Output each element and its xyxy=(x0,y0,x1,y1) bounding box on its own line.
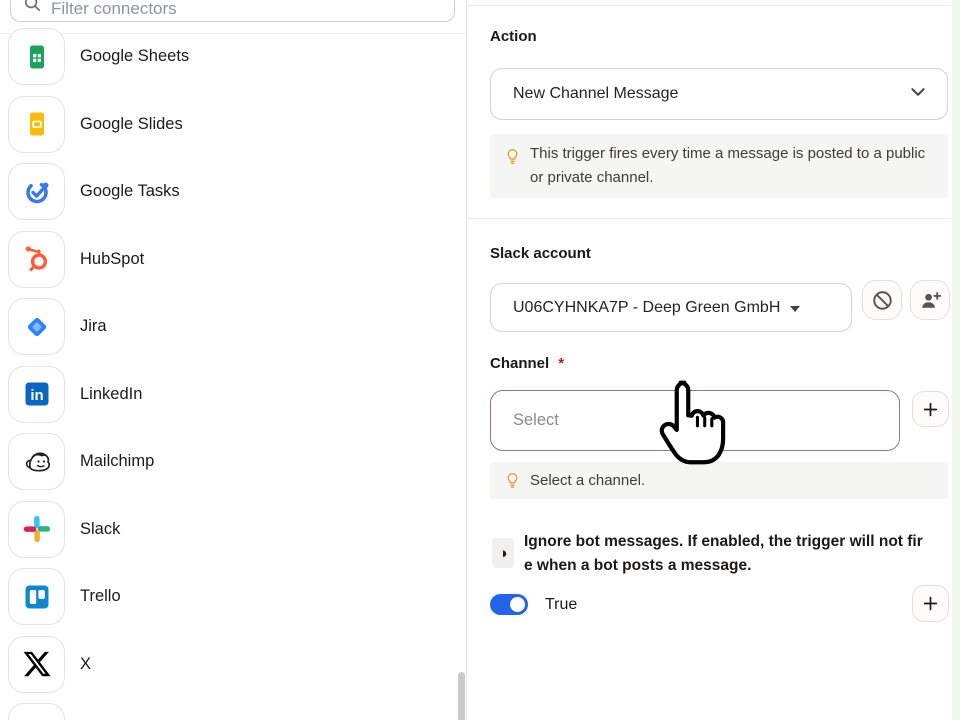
sidebar-scrollbar[interactable] xyxy=(458,672,465,720)
x-icon xyxy=(8,636,65,693)
google-tasks-icon xyxy=(8,163,65,220)
action-select[interactable]: New Channel Message xyxy=(490,68,948,120)
connector-label: Jira xyxy=(80,317,107,336)
connector-sidebar: Filter connectors Google Sheets xyxy=(0,0,467,720)
slack-account-value: U06CYHNKA7P - Deep Green GmbH xyxy=(513,299,780,317)
hubspot-icon xyxy=(8,231,65,288)
connector-row-google-tasks[interactable]: Google Tasks xyxy=(0,158,467,226)
connector-label: Google Slides xyxy=(80,115,183,134)
action-tip: This trigger fires every time a message … xyxy=(490,134,948,198)
lightbulb-icon xyxy=(505,472,520,496)
action-value: New Channel Message xyxy=(513,85,678,103)
connector-label: X xyxy=(80,655,91,674)
jira-icon xyxy=(8,298,65,355)
ignore-bot-toggle[interactable] xyxy=(490,594,528,615)
toggle-value-label: True xyxy=(545,594,577,615)
connector-label: Slack xyxy=(80,520,120,539)
channel-label-row: Channel * xyxy=(490,355,564,372)
connector-label: Google Tasks xyxy=(80,182,180,201)
connector-row-google-slides[interactable]: Google Slides xyxy=(0,91,467,159)
add-channel-mapping-button[interactable] xyxy=(912,391,949,427)
slack-account-select[interactable]: U06CYHNKA7P - Deep Green GmbH xyxy=(490,283,852,332)
connector-row-jira[interactable]: Jira xyxy=(0,293,467,361)
mailchimp-icon xyxy=(8,433,65,490)
add-ignore-bot-mapping-button[interactable] xyxy=(912,585,949,622)
lightbulb-icon xyxy=(505,148,520,173)
trello-icon xyxy=(8,568,65,625)
person-plus-icon xyxy=(919,289,942,312)
panel-top-divider xyxy=(468,5,951,6)
slack-account-label: Slack account xyxy=(490,245,591,262)
channel-tip-text: Select a channel. xyxy=(530,472,645,489)
add-account-button[interactable] xyxy=(910,280,950,320)
slack-icon xyxy=(8,501,65,558)
chevron-down-icon xyxy=(909,83,927,106)
boolean-contrast-icon: ◑ xyxy=(492,538,514,568)
partial-icon-box xyxy=(8,703,65,720)
connector-row-partial[interactable] xyxy=(0,698,467,720)
connector-row-slack[interactable]: Slack xyxy=(0,496,467,564)
connector-label: Trello xyxy=(80,587,121,606)
channel-tip: Select a channel. xyxy=(490,462,948,499)
connector-label: HubSpot xyxy=(80,250,144,269)
connector-row-mailchimp[interactable]: Mailchimp xyxy=(0,428,467,496)
section-divider xyxy=(468,218,951,219)
ignore-bot-description: Ignore bot messages. If enabled, the tri… xyxy=(524,530,923,578)
channel-select[interactable]: Select xyxy=(490,390,900,451)
right-edge-strip xyxy=(952,0,960,720)
connector-row-trello[interactable]: Trello xyxy=(0,563,467,631)
ignore-bot-line1: Ignore bot messages. If enabled, the tri… xyxy=(524,530,923,554)
linkedin-icon: in xyxy=(8,366,65,423)
connector-row-x[interactable]: X xyxy=(0,631,467,699)
google-slides-icon xyxy=(8,96,65,153)
plus-icon xyxy=(922,595,939,612)
connector-row-hubspot[interactable]: HubSpot xyxy=(0,226,467,294)
channel-placeholder: Select xyxy=(513,411,559,430)
disconnect-account-button[interactable] xyxy=(862,280,902,320)
connector-label: Google Sheets xyxy=(80,47,189,66)
trigger-config-panel: Action New Channel Message This trigger … xyxy=(468,0,960,720)
connector-list: Google Sheets Google Slides Google Tasks xyxy=(0,23,467,720)
required-marker: * xyxy=(558,355,564,372)
svg-text:in: in xyxy=(30,387,43,404)
channel-label: Channel xyxy=(490,355,549,372)
action-label: Action xyxy=(490,28,537,45)
connector-row-google-sheets[interactable]: Google Sheets xyxy=(0,23,467,91)
filter-placeholder: Filter connectors xyxy=(51,0,177,18)
plus-icon xyxy=(922,401,939,418)
connector-label: Mailchimp xyxy=(80,452,154,471)
search-icon xyxy=(23,0,42,18)
ban-icon xyxy=(871,289,894,312)
google-sheets-icon xyxy=(8,28,65,85)
filter-connectors-input[interactable]: Filter connectors xyxy=(10,0,455,22)
caret-down-icon xyxy=(790,306,800,312)
connector-label: LinkedIn xyxy=(80,385,142,404)
action-tip-text: This trigger fires every time a message … xyxy=(530,145,925,186)
connector-row-linkedin[interactable]: in LinkedIn xyxy=(0,361,467,429)
ignore-bot-line2: e when a bot posts a message. xyxy=(524,554,923,578)
toggle-knob xyxy=(510,597,525,612)
